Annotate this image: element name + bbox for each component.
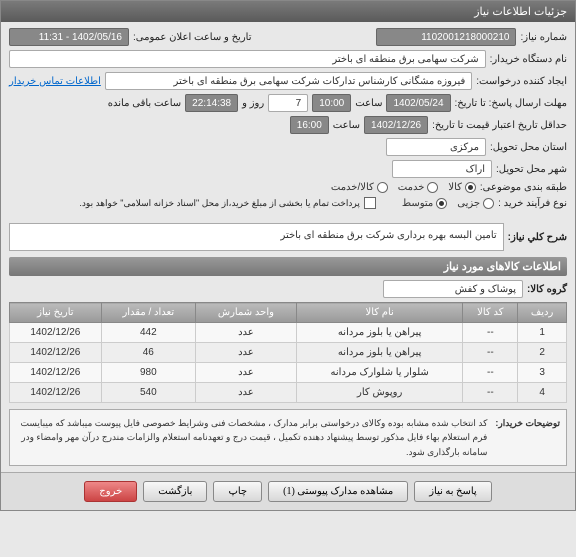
radio-both[interactable]: کالا/خدمت [331, 182, 388, 193]
radio-small[interactable]: جزیی [457, 198, 494, 209]
table-cell: روپوش کار [296, 383, 463, 403]
table-row[interactable]: 3--شلوار یا شلوارک مردانهعدد9801402/12/2… [10, 363, 567, 383]
state-label: استان محل تحویل: [490, 142, 567, 153]
table-cell: عدد [195, 323, 296, 343]
exit-button[interactable]: خروج [84, 481, 137, 502]
table-cell: عدد [195, 343, 296, 363]
table-cell: -- [463, 323, 518, 343]
process-radios: جزیی متوسط [402, 198, 494, 209]
buyer-note-box: توضیحات خریدار: کد انتخاب شده مشابه بوده… [9, 409, 567, 466]
buyer-org-label: نام دستگاه خریدار: [490, 54, 567, 65]
deadline-label: مهلت ارسال پاسخ: تا تاریخ: [455, 98, 567, 109]
process-label: نوع فرآیند خرید : [498, 198, 567, 209]
items-table: ردیف کد کالا نام کالا واحد شمارش تعداد /… [9, 302, 567, 403]
announce-label: تاریخ و ساعت اعلان عمومی: [133, 32, 252, 43]
table-cell: 1402/12/26 [10, 343, 102, 363]
table-cell: 1402/12/26 [10, 383, 102, 403]
need-desc-label: شرح کلي نیاز: [508, 232, 567, 243]
table-cell: عدد [195, 363, 296, 383]
main-window: جزئیات اطلاعات نیاز شماره نیاز: 11020012… [0, 0, 576, 511]
table-cell: 46 [101, 343, 195, 363]
table-cell: 1 [518, 323, 567, 343]
th-unit: واحد شمارش [195, 303, 296, 323]
content-area: شماره نیاز: 1102001218000210 تاریخ و ساع… [1, 22, 575, 472]
table-cell: 3 [518, 363, 567, 383]
validity-label: حداقل تاریخ اعتبار قیمت تا تاریخ: [432, 120, 567, 131]
treasury-checkbox[interactable] [364, 197, 376, 209]
table-cell: 1402/12/26 [10, 323, 102, 343]
table-cell: 1402/12/26 [10, 363, 102, 383]
days-label: روز و [242, 98, 264, 109]
requester-value: فیروزه مشگانی کارشناس تدارکات شرکت سهامی… [105, 72, 472, 90]
table-cell: -- [463, 383, 518, 403]
items-section-header: اطلاعات کالاهای مورد نیاز [9, 257, 567, 276]
payment-note: پرداخت تمام یا بخشی از مبلغ خرید،از محل … [79, 198, 359, 209]
table-row[interactable]: 4--روپوش کارعدد5401402/12/26 [10, 383, 567, 403]
group-value: پوشاک و کفش [383, 280, 523, 298]
buyer-note-text: کد انتخاب شده مشابه بوده وکالای درخواستی… [16, 416, 487, 459]
table-cell: پیراهن یا بلوز مردانه [296, 343, 463, 363]
radio-goods-circle [465, 182, 476, 193]
title-bar: جزئیات اطلاعات نیاز [1, 1, 575, 22]
remaining-label: ساعت باقی مانده [108, 98, 181, 109]
print-button[interactable]: چاپ [213, 481, 262, 502]
th-date: تاریخ نیاز [10, 303, 102, 323]
city-value: اراک [392, 160, 492, 178]
th-code: کد کالا [463, 303, 518, 323]
days-count: 7 [268, 94, 308, 112]
th-qty: تعداد / مقدار [101, 303, 195, 323]
respond-button[interactable]: پاسخ به نیاز [414, 481, 492, 502]
contact-link[interactable]: اطلاعات تماس خریدار [9, 76, 101, 87]
table-cell: 540 [101, 383, 195, 403]
attachments-button[interactable]: مشاهده مدارک پیوستی (1) [268, 481, 408, 502]
deadline-date: 1402/05/24 [386, 94, 450, 112]
table-row[interactable]: 2--پیراهن یا بلوز مردانهعدد461402/12/26 [10, 343, 567, 363]
deadline-time: 10:00 [312, 94, 351, 112]
window-title: جزئیات اطلاعات نیاز [474, 5, 567, 18]
time-label-2: ساعت [333, 120, 360, 131]
th-row: ردیف [518, 303, 567, 323]
radio-medium-circle [436, 198, 447, 209]
th-name: نام کالا [296, 303, 463, 323]
radio-service-circle [427, 182, 438, 193]
buyer-note-label: توضیحات خریدار: [495, 416, 560, 459]
remaining-time: 22:14:38 [185, 94, 238, 112]
table-cell: 980 [101, 363, 195, 383]
table-header-row: ردیف کد کالا نام کالا واحد شمارش تعداد /… [10, 303, 567, 323]
time-label-1: ساعت [355, 98, 382, 109]
buyer-org-value: شرکت سهامی برق منطقه ای باختر [9, 50, 486, 68]
table-cell: -- [463, 343, 518, 363]
announce-value: 1402/05/16 - 11:31 [9, 28, 129, 46]
table-cell: پیراهن یا بلوز مردانه [296, 323, 463, 343]
requester-label: ایجاد کننده درخواست: [476, 76, 567, 87]
validity-time: 16:00 [290, 116, 329, 134]
radio-goods[interactable]: کالا [448, 182, 476, 193]
radio-both-circle [377, 182, 388, 193]
table-cell: 4 [518, 383, 567, 403]
state-value: مرکزی [386, 138, 486, 156]
city-label: شهر محل تحویل: [496, 164, 567, 175]
validity-date: 1402/12/26 [364, 116, 428, 134]
table-cell: عدد [195, 383, 296, 403]
need-number-value: 1102001218000210 [376, 28, 516, 46]
table-cell: 442 [101, 323, 195, 343]
table-row[interactable]: 1--پیراهن یا بلوز مردانهعدد4421402/12/26 [10, 323, 567, 343]
back-button[interactable]: بازگشت [143, 481, 207, 502]
need-desc-value: تامین البسه بهره برداری شرکت برق منطقه ا… [9, 223, 504, 251]
category-radios: کالا خدمت کالا/خدمت [331, 182, 476, 193]
table-cell: شلوار یا شلوارک مردانه [296, 363, 463, 383]
radio-small-circle [483, 198, 494, 209]
need-number-label: شماره نیاز: [520, 32, 567, 43]
category-label: طبقه بندی موضوعی: [480, 182, 567, 193]
group-label: گروه کالا: [527, 284, 567, 295]
button-bar: پاسخ به نیاز مشاهده مدارک پیوستی (1) چاپ… [1, 472, 575, 510]
table-cell: -- [463, 363, 518, 383]
radio-medium[interactable]: متوسط [402, 198, 447, 209]
table-cell: 2 [518, 343, 567, 363]
radio-service[interactable]: خدمت [398, 182, 439, 193]
